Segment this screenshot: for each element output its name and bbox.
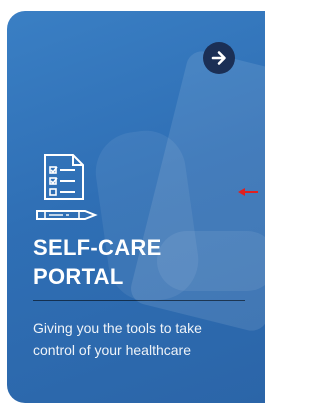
card-subtitle-line2: control of your healthcare bbox=[33, 342, 191, 358]
card-title-line1: SELF-CARE bbox=[33, 235, 162, 260]
title-divider bbox=[33, 300, 245, 301]
card-title: SELF-CARE PORTAL bbox=[33, 233, 243, 291]
card-subtitle: Giving you the tools to take control of … bbox=[33, 317, 248, 361]
checklist-document-pen-icon bbox=[36, 154, 98, 220]
arrow-right-icon bbox=[211, 51, 226, 65]
arrow-right-button[interactable] bbox=[203, 42, 235, 74]
red-pointer-arrow-icon bbox=[238, 188, 258, 196]
card-title-line2: PORTAL bbox=[33, 264, 124, 289]
self-care-portal-card[interactable]: SELF-CARE PORTAL Giving you the tools to… bbox=[7, 11, 265, 403]
card-subtitle-line1: Giving you the tools to take bbox=[33, 320, 202, 336]
